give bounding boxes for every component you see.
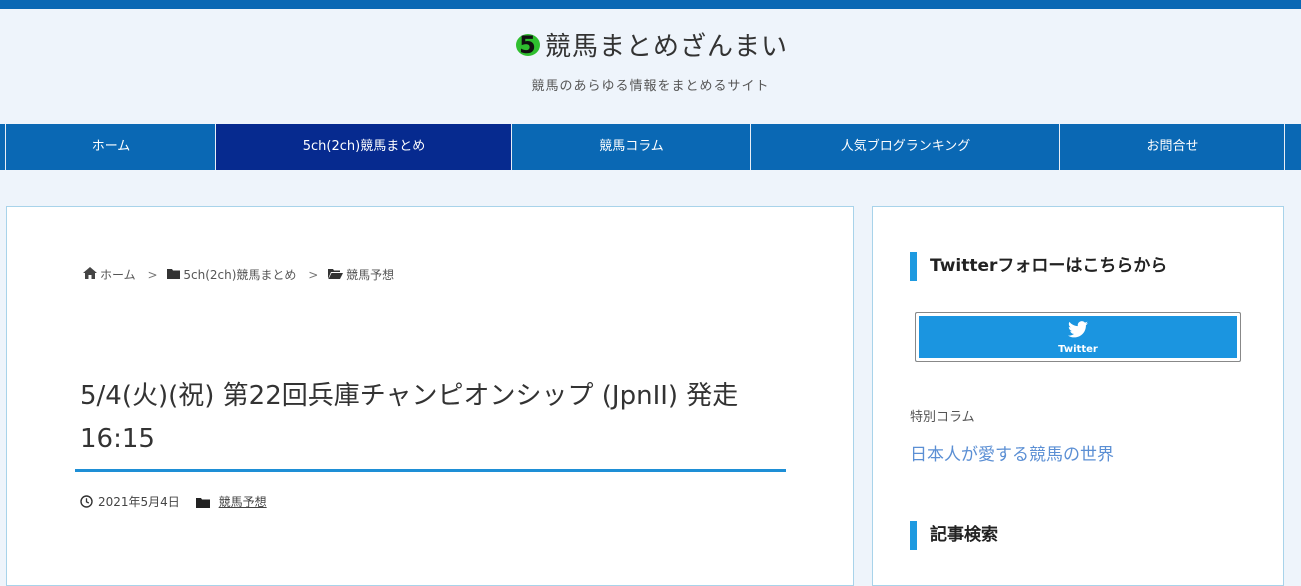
global-nav: ホーム 5ch(2ch)競馬まとめ 競馬コラム 人気ブログランキング お問合せ (0, 124, 1301, 170)
folder-icon (195, 497, 210, 511)
sidebar: Twitterフォローはこちらから Twitter 特別コラム 日本人が愛する競… (872, 206, 1284, 586)
nav-item-blog-ranking[interactable]: 人気ブログランキング (750, 124, 1060, 170)
folder-open-icon (328, 268, 344, 282)
twitter-follow-button[interactable]: Twitter (915, 312, 1241, 362)
breadcrumb-yosou[interactable]: 競馬予想 (346, 268, 394, 282)
special-column-link[interactable]: 日本人が愛する競馬の世界 (910, 440, 1114, 465)
breadcrumb-separator: > (308, 267, 319, 282)
site-header: 5 競馬まとめざんまい 競馬のあらゆる情報をまとめるサイト (0, 9, 1301, 124)
main-content: ホーム > 5ch(2ch)競馬まとめ > 競馬予想 5/4(火)(祝) 第22… (6, 206, 854, 586)
svg-text:5: 5 (519, 31, 537, 59)
search-widget-title: 記事検索 (910, 521, 998, 550)
post-meta: 2021年5月4日 競馬予想 (80, 493, 267, 511)
clock-icon (80, 495, 93, 511)
site-logo: 5 (513, 27, 543, 59)
twitter-button-label: Twitter (1058, 344, 1098, 355)
breadcrumb-5ch-matome[interactable]: 5ch(2ch)競馬まとめ (183, 268, 296, 282)
post-category-link[interactable]: 競馬予想 (219, 495, 267, 509)
breadcrumb-home[interactable]: ホーム (100, 268, 136, 282)
nav-divider (1284, 124, 1285, 170)
nav-item-contact[interactable]: お問合せ (1059, 124, 1285, 170)
nav-item-5ch-matome[interactable]: 5ch(2ch)競馬まとめ (215, 124, 512, 170)
site-title[interactable]: 5 競馬まとめざんまい (0, 26, 1301, 63)
special-column-label: 特別コラム (910, 410, 975, 425)
post-title: 5/4(火)(祝) 第22回兵庫チャンピオンシップ (JpnII) 発走16:1… (80, 381, 739, 454)
nav-item-home[interactable]: ホーム (5, 124, 216, 170)
home-icon (83, 267, 97, 282)
twitter-bird-icon (1068, 321, 1088, 342)
twitter-widget-title: Twitterフォローはこちらから (910, 252, 1167, 281)
site-title-text: 競馬まとめざんまい (544, 32, 788, 62)
top-accent-bar (0, 0, 1301, 9)
breadcrumb-separator: > (147, 267, 158, 282)
folder-icon (167, 268, 181, 282)
post-date: 2021年5月4日 (98, 495, 180, 509)
title-underline (75, 469, 786, 472)
site-tagline: 競馬のあらゆる情報をまとめるサイト (531, 79, 770, 94)
breadcrumb: ホーム > 5ch(2ch)競馬まとめ > 競馬予想 (83, 266, 394, 283)
nav-item-column[interactable]: 競馬コラム (511, 124, 751, 170)
